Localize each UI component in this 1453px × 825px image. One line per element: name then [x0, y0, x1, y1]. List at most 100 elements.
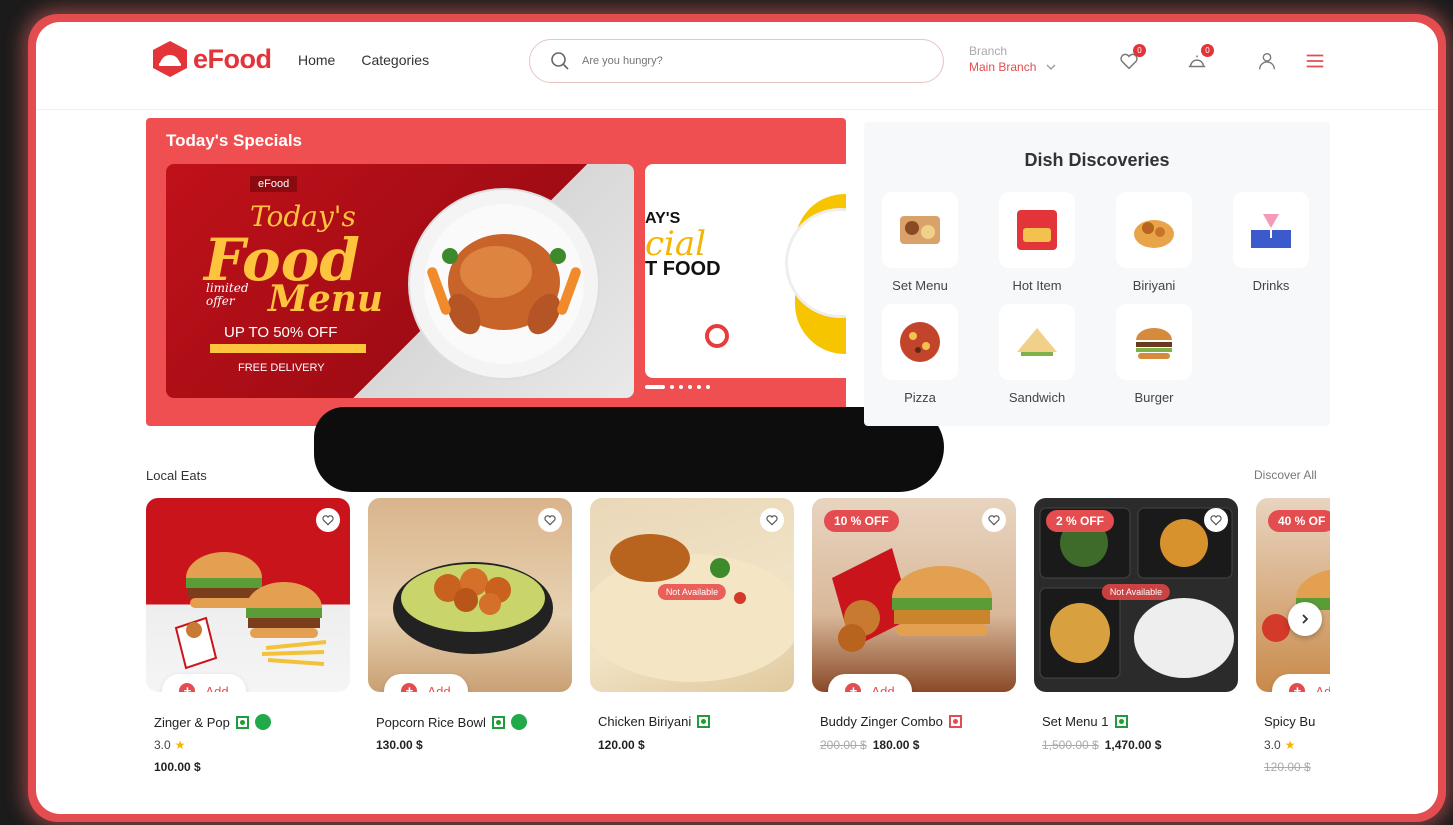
discount-badge: 2 % OFF — [1046, 510, 1115, 532]
menu-button[interactable] — [1304, 50, 1328, 74]
star-icon: ★ — [1284, 738, 1296, 752]
add-to-cart-button[interactable]: + Add — [1272, 674, 1330, 692]
product-card[interactable]: 40 % OF + Add Spicy Bu 3.0★ 120.00 $ — [1256, 498, 1330, 788]
veg-icon — [491, 715, 505, 729]
specials-title: Today's Specials — [166, 131, 303, 150]
product-image: + Add — [368, 498, 572, 692]
category-biriyani[interactable]: Biriyani — [1109, 192, 1199, 293]
logo[interactable]: eFood — [151, 40, 272, 78]
product-card[interactable]: + Add Popcorn Rice Bowl 130.00 $ — [368, 498, 572, 788]
product-card[interactable]: 2 % OFF Not Available Set Menu 1 1,500.0… — [1034, 498, 1238, 788]
wishlist-button[interactable]: 0 — [1118, 44, 1146, 74]
carousel-dot[interactable] — [688, 385, 692, 389]
heart-icon — [544, 515, 556, 526]
branch-value: Main Branch — [969, 60, 1037, 74]
carousel-dot-active[interactable] — [645, 385, 665, 389]
set-menu-icon — [900, 216, 940, 244]
category-sandwich[interactable]: Sandwich — [992, 304, 1082, 405]
user-icon — [1258, 52, 1276, 70]
category-label: Sandwich — [1008, 390, 1066, 405]
add-to-cart-button[interactable]: + Add — [828, 674, 912, 692]
carousel-dots[interactable] — [645, 385, 710, 389]
favorite-button[interactable] — [538, 508, 562, 532]
add-to-cart-button[interactable]: + Add — [384, 674, 468, 692]
banner-delivery: FREE DELIVERY — [238, 362, 325, 374]
banner-ribbon — [210, 344, 366, 353]
product-name: Popcorn Rice Bowl — [376, 714, 486, 730]
old-price: 1,500.00 $ — [1042, 738, 1099, 752]
hamburger-icon — [1306, 54, 1324, 68]
category-pizza[interactable]: Pizza — [875, 304, 965, 405]
add-label: Add — [205, 683, 229, 693]
favorite-button[interactable] — [316, 508, 340, 532]
rice-bowl-illustration — [393, 562, 553, 654]
sandwich-icon — [1017, 328, 1057, 356]
star-icon: ★ — [174, 738, 186, 752]
discover-all-link[interactable]: Discover All — [1254, 468, 1317, 482]
add-label: Add — [427, 683, 451, 693]
product-name: Zinger & Pop — [154, 714, 230, 730]
category-drinks[interactable]: Drinks — [1226, 192, 1316, 293]
carousel-dot[interactable] — [670, 385, 674, 389]
device-frame: eFood Home Categories Branch Main Branch… — [28, 14, 1446, 822]
add-to-cart-button[interactable]: + Add — [162, 674, 246, 692]
product-price: 100.00 $ — [154, 760, 201, 774]
search-icon — [551, 52, 569, 70]
product-image: Not Available — [590, 498, 794, 692]
product-image: 40 % OF + Add — [1256, 498, 1330, 692]
discount-badge: 10 % OFF — [824, 510, 899, 532]
search-input[interactable] — [582, 55, 902, 67]
product-image: 10 % OFF + Add — [812, 498, 1016, 692]
halal-icon — [510, 714, 527, 730]
favorite-button[interactable] — [1204, 508, 1228, 532]
product-card[interactable]: Not Available Chicken Biriyani 120.00 $ — [590, 498, 794, 788]
category-label: Pizza — [904, 390, 936, 405]
nav-categories[interactable]: Categories — [361, 52, 429, 68]
category-label: Set Menu — [892, 278, 948, 293]
carousel-dot[interactable] — [679, 385, 683, 389]
product-rating: 3.0 ★ — [154, 738, 186, 752]
category-set-menu[interactable]: Set Menu — [875, 192, 965, 293]
special-banner-2[interactable]: AY'S cial T FOOD — [645, 164, 846, 378]
branch-selector[interactable]: Branch Main Branch — [969, 44, 1056, 74]
nav-home[interactable]: Home — [298, 52, 335, 68]
profile-button[interactable] — [1256, 50, 1280, 74]
zinger-combo-illustration — [832, 548, 992, 652]
not-available-badge: Not Available — [657, 584, 727, 600]
burger-icon — [1136, 328, 1172, 359]
product-card[interactable]: + Add Zinger & Pop 3.0 ★ 100.00 $ — [146, 498, 350, 788]
add-label: Add — [1315, 683, 1330, 693]
product-card[interactable]: 10 % OFF + Add Buddy Zinger Combo 200.00 … — [812, 498, 1016, 788]
biriyani-illustration — [590, 534, 794, 682]
search-bar[interactable] — [529, 39, 944, 83]
special-banner-1[interactable]: eFood Today's Food limited offer Menu UP… — [166, 164, 634, 398]
product-price: 200.00 $ 180.00 $ — [820, 738, 919, 752]
banner-line3: limited offer — [206, 281, 249, 308]
veg-icon — [1114, 715, 1128, 728]
cart-button[interactable]: 0 — [1186, 44, 1214, 74]
favorite-button[interactable] — [982, 508, 1006, 532]
category-burger[interactable]: Burger — [1109, 304, 1199, 405]
main-nav: Home Categories — [298, 52, 429, 68]
header: eFood Home Categories Branch Main Branch… — [36, 22, 1438, 110]
product-image: + Add — [146, 498, 350, 692]
carousel-next-button[interactable] — [1288, 602, 1322, 636]
current-price: 180.00 $ — [872, 738, 920, 752]
redaction-scribble — [314, 407, 944, 492]
heart-icon — [766, 515, 778, 526]
carousel-dot[interactable] — [706, 385, 710, 389]
roast-chicken-image — [408, 188, 600, 380]
product-name: Chicken Biriyani — [598, 714, 692, 729]
banner-brand: eFood — [250, 176, 298, 192]
carousel-dot[interactable] — [697, 385, 701, 389]
halal-icon — [254, 714, 271, 730]
category-hot-item[interactable]: Hot Item — [992, 192, 1082, 293]
favorite-button[interactable] — [760, 508, 784, 532]
banner2-pepper — [705, 324, 729, 348]
product-price: 120.00 $ — [1264, 760, 1317, 774]
discoveries-title: Dish Discoveries — [1024, 150, 1170, 170]
todays-specials: Today's Specials eFood Today's Food limi… — [146, 118, 846, 426]
product-name: Set Menu 1 — [1042, 714, 1109, 729]
product-rating: 3.0 ★ — [1264, 738, 1296, 752]
non-veg-icon — [948, 715, 962, 728]
